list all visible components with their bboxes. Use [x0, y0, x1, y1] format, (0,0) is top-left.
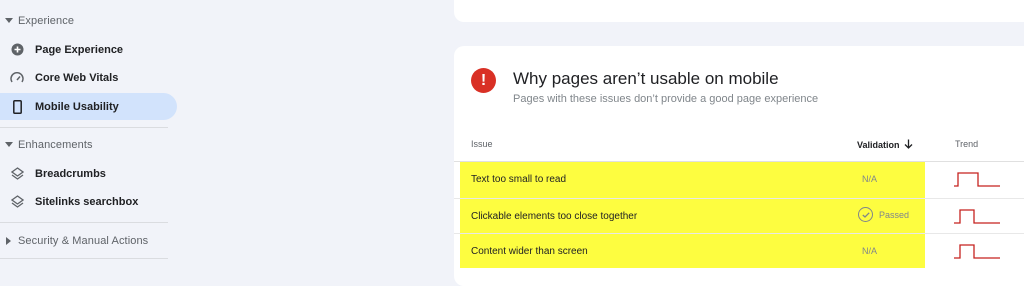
- sidebar-item-label: Sitelinks searchbox: [35, 195, 139, 208]
- mobile-usability-issues-card: ! Why pages aren’t usable on mobile Page…: [454, 46, 1024, 286]
- sidebar-divider: [0, 222, 168, 223]
- check-circle-icon: [858, 207, 873, 222]
- sidebar-item-core-web-vitals[interactable]: Core Web Vitals: [0, 64, 177, 91]
- sidebar-item-breadcrumbs[interactable]: Breadcrumbs: [0, 160, 177, 187]
- section-experience-header[interactable]: Experience: [0, 9, 180, 33]
- sidebar-item-label: Mobile Usability: [35, 100, 119, 113]
- caret-down-icon: [0, 18, 18, 24]
- validation-cell: Passed: [858, 207, 909, 222]
- sidebar-divider: [0, 127, 168, 128]
- sidebar-divider: [0, 258, 168, 259]
- section-enhancements-header[interactable]: Enhancements: [0, 133, 180, 157]
- column-header-issue: Issue: [471, 139, 493, 149]
- sidebar-item-mobile-usability[interactable]: Mobile Usability: [0, 93, 177, 120]
- sidebar-item-page-experience[interactable]: Page Experience: [0, 36, 177, 63]
- section-security-header[interactable]: Security & Manual Actions: [0, 229, 180, 253]
- column-header-trend: Trend: [955, 139, 979, 149]
- validation-cell: N/A: [862, 174, 878, 184]
- sidebar-item-label: Page Experience: [35, 43, 124, 56]
- section-label: Experience: [18, 15, 75, 27]
- sidebar-item-sitelinks-searchbox[interactable]: Sitelinks searchbox: [0, 188, 177, 215]
- arrow-down-icon: [904, 139, 913, 151]
- error-icon: !: [471, 68, 496, 93]
- trend-sparkline: [954, 209, 1000, 224]
- table-row[interactable]: Content wider than screen N/A: [454, 234, 1024, 269]
- issue-cell: Text too small to read: [471, 174, 567, 185]
- section-label: Security & Manual Actions: [18, 235, 149, 247]
- validation-cell: N/A: [862, 246, 878, 256]
- previous-card: [454, 0, 1024, 22]
- caret-right-icon: [0, 237, 18, 245]
- phone-icon: [8, 99, 26, 114]
- column-header-validation[interactable]: Validation: [857, 139, 913, 151]
- issue-cell: Clickable elements too close together: [471, 211, 638, 222]
- caret-down-icon: [0, 142, 18, 148]
- validation-status: Passed: [879, 209, 910, 220]
- layers-icon: [8, 195, 26, 208]
- table-row[interactable]: Text too small to read N/A: [454, 162, 1024, 197]
- card-title: Why pages aren’t usable on mobile: [513, 69, 779, 88]
- card-subtitle: Pages with these issues don’t provide a …: [513, 93, 819, 105]
- section-label: Enhancements: [18, 139, 93, 151]
- trend-sparkline: [954, 244, 1000, 259]
- sidebar-item-label: Core Web Vitals: [35, 71, 119, 84]
- trend-sparkline: [954, 172, 1000, 187]
- column-header-label: Validation: [857, 140, 900, 150]
- sidebar: Experience Page Experience Core Web Vita…: [0, 0, 190, 268]
- sidebar-item-label: Breadcrumbs: [35, 167, 106, 180]
- issue-cell: Content wider than screen: [471, 246, 588, 257]
- gauge-icon: [8, 71, 26, 84]
- layers-icon: [8, 167, 26, 180]
- table-row[interactable]: Clickable elements too close together Pa…: [454, 199, 1024, 234]
- plus-circle-icon: [8, 43, 26, 56]
